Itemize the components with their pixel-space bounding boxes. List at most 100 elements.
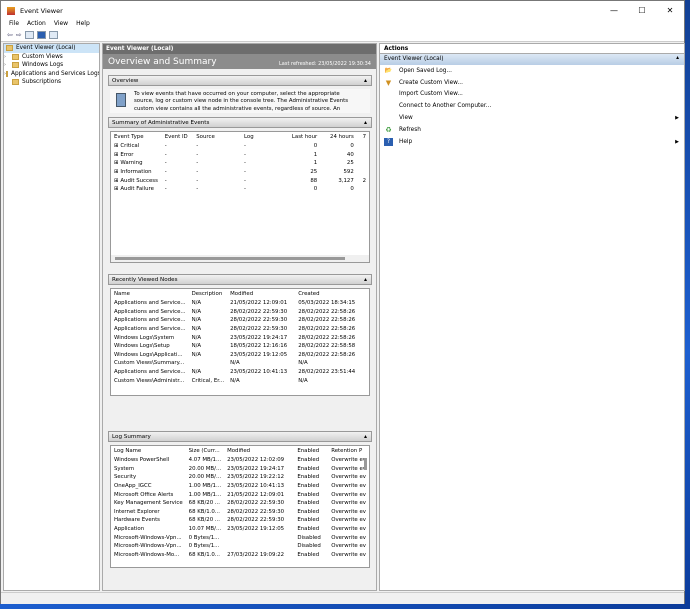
action-item[interactable]: ♻Refresh [380,124,684,136]
event-type-label: Warning [120,160,142,166]
table-row[interactable]: Applications and Service...N/A23/05/2022… [111,368,369,377]
tree-item[interactable]: ›Windows Logs [4,61,99,70]
column-header[interactable]: Created [295,289,369,299]
column-header[interactable]: Source [193,132,241,142]
table-row[interactable]: Windows Logs\SetupN/A18/05/2022 12:16:16… [111,342,369,351]
column-header[interactable]: Retention P [328,446,369,456]
column-header[interactable]: Event Type [111,132,162,142]
column-header[interactable]: Name [111,289,189,299]
table-row[interactable]: Custom Views\Administr...Critical, Er...… [111,376,369,385]
menu-view[interactable]: View [54,20,68,29]
table-row[interactable]: Windows Logs\SystemN/A23/05/2022 19:24:1… [111,333,369,342]
table-row[interactable]: ⊞ Audit Failure---00 [111,185,369,194]
maximize-button[interactable]: ☐ [628,6,656,15]
close-button[interactable]: ✕ [656,6,684,15]
table-cell: 0 [320,142,357,151]
back-icon[interactable]: ⇦ [7,31,13,39]
overview-header[interactable]: Overview [108,75,372,86]
table-row[interactable]: ⊞ Audit Success---883,1272 [111,176,369,185]
show-hide-tree-icon[interactable] [25,31,34,39]
minimize-button[interactable]: — [600,6,628,15]
action-item[interactable]: View▶ [380,112,684,124]
table-row[interactable]: Microsoft-Windows-Vpn...0 Bytes/1...Disa… [111,542,369,551]
table-row[interactable]: Microsoft-Windows-Vpn...0 Bytes/1...Disa… [111,533,369,542]
table-cell [224,533,294,542]
table-row[interactable]: ⊞ Error---140 [111,151,369,160]
menu-help[interactable]: Help [76,20,90,29]
log-summary-header[interactable]: Log Summary [108,431,372,442]
action-label: Create Custom View... [399,80,463,86]
table-cell: N/A [189,333,228,342]
action-item[interactable]: ▼Create Custom View... [380,77,684,89]
table-row[interactable]: OneApp_IGCC1.00 MB/1...23/05/2022 10:41:… [111,482,369,491]
column-header[interactable]: Enabled [294,446,328,456]
column-header[interactable]: 7 [357,132,369,142]
table-cell: Overwrite ev [328,456,369,465]
show-hide-action-pane-icon[interactable] [49,31,58,39]
table-cell: Enabled [294,525,328,534]
column-header[interactable]: Modified [227,289,295,299]
table-row[interactable]: Internet Explorer68 KB/1.0...28/02/2022 … [111,508,369,517]
column-header[interactable]: Last hour [284,132,321,142]
table-row[interactable]: Key Management Service68 KB/20 ...28/02/… [111,499,369,508]
table-cell: - [193,176,241,185]
column-header[interactable]: Log Name [111,446,186,456]
table-cell: 23/05/2022 19:12:05 [227,351,295,360]
tree-item[interactable]: ›Custom Views [4,53,99,62]
menu-action[interactable]: Action [27,20,46,29]
table-row[interactable]: Applications and Service...N/A28/02/2022… [111,316,369,325]
actions-section-header[interactable]: Event Viewer (Local) [380,54,684,65]
action-item[interactable]: ?Help▶ [380,136,684,148]
help-icon[interactable] [37,31,46,39]
table-row[interactable]: Microsoft Office Alerts1.00 MB/1...21/05… [111,490,369,499]
column-header[interactable]: Size (Curr... [186,446,224,456]
tree-item[interactable]: Subscriptions [4,78,99,87]
table-cell: Overwrite ev [328,533,369,542]
summary-header[interactable]: Summary of Administrative Events [108,117,372,128]
table-row[interactable]: System20.00 MB/...23/05/2022 19:24:17Ena… [111,465,369,474]
action-label: Refresh [399,127,421,133]
table-cell: 28/02/2022 22:58:26 [295,351,369,360]
table-cell: - [162,185,193,194]
table-row[interactable]: Applications and Service...N/A28/02/2022… [111,308,369,317]
table-row[interactable]: Applications and Service...N/A21/05/2022… [111,299,369,308]
blank-icon [384,90,393,98]
table-row[interactable]: Hardware Events68 KB/20 ...28/02/2022 22… [111,516,369,525]
overview-section: Overview To view events that have occurr… [108,75,372,113]
column-header[interactable]: 24 hours [320,132,357,142]
status-bar [1,592,684,604]
table-row[interactable]: Application10.07 MB/...23/05/2022 19:12:… [111,525,369,534]
table-row[interactable]: Windows PowerShell4.07 MB/1...23/05/2022… [111,456,369,465]
center-header: Event Viewer (Local) [103,44,376,54]
table-cell: Disabled [294,533,328,542]
table-cell: N/A [189,342,228,351]
horizontal-scrollbar[interactable] [111,255,369,262]
table-row[interactable]: Microsoft-Windows-Mo...68 KB/1.0...27/03… [111,551,369,560]
action-item[interactable]: 📂Open Saved Log... [380,65,684,77]
action-item[interactable]: Connect to Another Computer... [380,100,684,112]
forward-icon[interactable]: ⇨ [16,31,22,39]
table-row[interactable]: Applications and Service...N/A28/02/2022… [111,325,369,334]
table-row[interactable]: Custom Views\Summary...N/AN/A [111,359,369,368]
expand-chevron-icon[interactable]: › [4,62,12,68]
table-cell: 18/05/2022 12:16:16 [227,342,295,351]
vertical-scrollbar[interactable] [364,458,367,470]
expand-chevron-icon[interactable]: › [4,54,12,60]
column-header[interactable]: Log [241,132,284,142]
table-cell: Critical, Er... [189,376,228,385]
column-header[interactable]: Event ID [162,132,193,142]
menu-file[interactable]: File [9,20,19,29]
tree-item[interactable]: ›Applications and Services Logs [4,70,99,79]
table-row[interactable]: ⊞ Warning---125 [111,159,369,168]
column-header[interactable]: Description [189,289,228,299]
table-row[interactable]: Security20.00 MB/...23/05/2022 19:22:12E… [111,473,369,482]
recent-header[interactable]: Recently Viewed Nodes [108,274,372,285]
table-row[interactable]: ⊞ Critical---00 [111,142,369,151]
column-header[interactable]: Modified [224,446,294,456]
tree-item[interactable]: Event Viewer (Local) [4,44,99,53]
table-cell: 88 [284,176,321,185]
table-cell: Overwrite ev [328,508,369,517]
table-row[interactable]: ⊞ Information---25592 [111,168,369,177]
table-row[interactable]: Windows Logs\Applicati...N/A23/05/2022 1… [111,351,369,360]
action-item[interactable]: Import Custom View... [380,89,684,101]
